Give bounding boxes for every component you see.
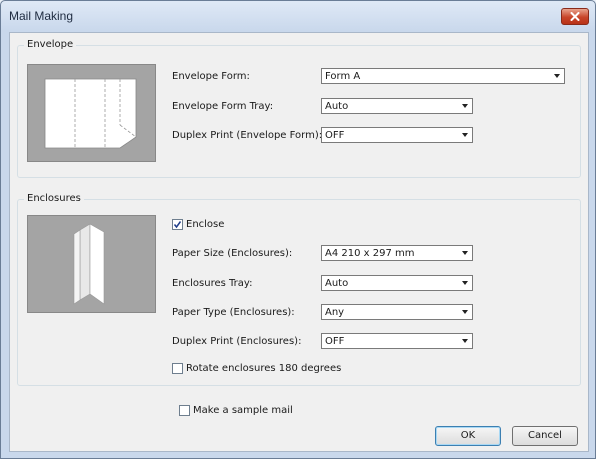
paper-type-select[interactable]: Any — [321, 304, 473, 320]
cancel-button[interactable]: Cancel — [512, 426, 578, 446]
rotate-label[interactable]: Rotate enclosures 180 degrees — [186, 363, 341, 374]
envelope-duplex-value: OFF — [325, 130, 345, 141]
chevron-down-icon — [462, 310, 468, 314]
sample-mail-checkbox[interactable] — [179, 405, 190, 416]
enclosures-duplex-select[interactable]: OFF — [321, 333, 473, 349]
chevron-down-icon — [462, 104, 468, 108]
paper-size-label: Paper Size (Enclosures): — [172, 248, 293, 259]
envelope-duplex-label: Duplex Print (Envelope Form): — [172, 130, 323, 141]
chevron-down-icon — [462, 133, 468, 137]
envelope-tray-select[interactable]: Auto — [321, 98, 473, 114]
chevron-down-icon — [462, 339, 468, 343]
paper-type-label: Paper Type (Enclosures): — [172, 307, 295, 318]
enclosures-group: Enclosures Enclose Paper Size (Enclosure… — [17, 193, 581, 386]
enclosures-tray-value: Auto — [325, 278, 349, 289]
paper-type-value: Any — [325, 307, 345, 318]
folded-paper-illustration — [73, 223, 105, 305]
enclosures-group-label: Enclosures — [24, 193, 84, 204]
checkmark-icon — [173, 221, 182, 229]
enclose-checkbox[interactable] — [172, 219, 183, 230]
chevron-down-icon — [554, 74, 560, 78]
enclosures-tray-select[interactable]: Auto — [321, 275, 473, 291]
envelope-tray-label: Envelope Form Tray: — [172, 101, 274, 112]
chevron-down-icon — [462, 281, 468, 285]
envelope-form-select[interactable]: Form A — [321, 68, 565, 84]
enclose-label[interactable]: Enclose — [186, 219, 224, 230]
enclosures-tray-label: Enclosures Tray: — [172, 278, 253, 289]
paper-size-select[interactable]: A4 210 x 297 mm — [321, 245, 473, 261]
title-bar[interactable]: Mail Making — [1, 1, 595, 31]
paper-size-value: A4 210 x 297 mm — [325, 248, 415, 259]
ok-button[interactable]: OK — [435, 426, 501, 446]
envelope-tray-value: Auto — [325, 101, 349, 112]
envelope-group: Envelope Envelope Form: Form A Envelope … — [17, 39, 581, 178]
envelope-form-label: Envelope Form: — [172, 71, 250, 82]
envelope-preview — [27, 64, 156, 162]
dialog-window: Mail Making Envelope Envelope Form: Form… — [0, 0, 596, 459]
enclosures-duplex-value: OFF — [325, 336, 345, 347]
rotate-checkbox[interactable] — [172, 363, 183, 374]
chevron-down-icon — [462, 251, 468, 255]
enclosures-duplex-label: Duplex Print (Enclosures): — [172, 336, 302, 347]
envelope-duplex-select[interactable]: OFF — [321, 127, 473, 143]
close-icon — [570, 12, 580, 21]
sample-mail-label[interactable]: Make a sample mail — [193, 405, 293, 416]
envelope-group-label: Envelope — [24, 39, 77, 50]
envelope-illustration — [44, 78, 137, 149]
dialog-body: Envelope Envelope Form: Form A Envelope … — [9, 32, 589, 452]
envelope-form-value: Form A — [325, 71, 361, 82]
window-title: Mail Making — [9, 9, 74, 23]
close-button[interactable] — [561, 8, 589, 25]
enclosures-preview — [27, 215, 156, 313]
